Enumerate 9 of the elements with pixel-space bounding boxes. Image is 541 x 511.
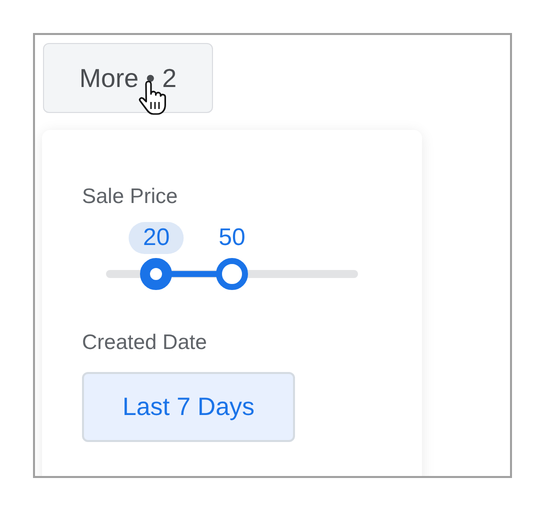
slider-thumb[interactable] xyxy=(216,258,248,290)
more-button[interactable]: More • 2 xyxy=(43,43,213,113)
slider-value-label: 50 xyxy=(218,223,246,253)
slider-value-label: 20 xyxy=(129,222,184,254)
slider-thumb[interactable] xyxy=(140,258,172,290)
range-slider[interactable] xyxy=(106,258,358,290)
filter-label: Sale Price xyxy=(82,184,179,210)
date-range-chip[interactable]: Last 7 Days xyxy=(82,372,295,442)
filter-label: Created Date xyxy=(82,330,208,356)
